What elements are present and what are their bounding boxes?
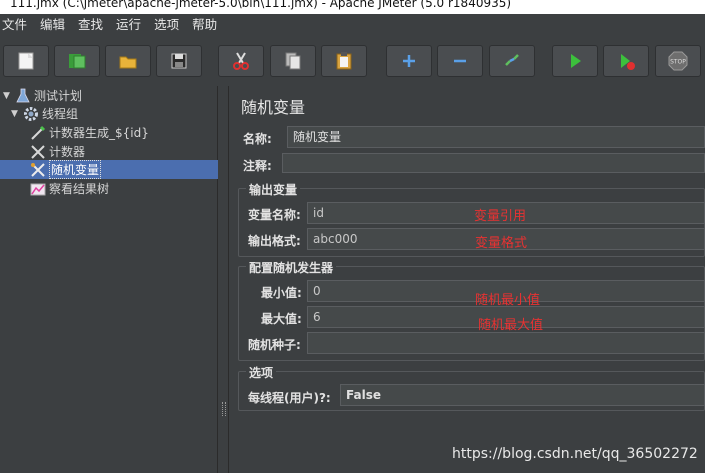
random-group-title: 配置随机发生器 [246,259,337,276]
menu-bar: 文件 编辑 查找 运行 选项 帮助 [0,14,705,36]
tree-item-counter-sampler[interactable]: 计数器生成_${id} [30,123,149,142]
flask-icon [15,88,31,104]
stop-icon-text: STOP [670,59,686,66]
gear-icon [23,106,39,122]
new-button[interactable] [3,45,49,77]
templates-icon [69,54,86,69]
menu-edit[interactable]: 编辑 [40,14,65,36]
min-value-label: 最小值: [261,286,302,300]
tree-item-label: 线程组 [42,107,79,121]
name-label: 名称: [243,132,272,146]
per-thread-select[interactable]: False [340,384,705,406]
start-button[interactable] [552,45,598,77]
tree-item-label: 计数器 [49,145,86,159]
format-label: 输出格式: [248,234,301,248]
seed-label: 随机种子: [248,338,301,352]
tree-item-label: 计数器生成_${id} [49,126,149,140]
menu-help[interactable]: 帮助 [192,14,217,36]
tools-icon [30,162,46,178]
open-button[interactable] [105,45,151,77]
collapse-icon [454,59,466,63]
comment-label: 注释: [243,159,272,173]
window-title-bar: 111.jmx (C:\jmeter\apache-jmeter-5.0\bin… [0,0,705,14]
cut-icon [233,52,249,70]
seed-input[interactable] [307,332,705,354]
start-no-pause-icon [621,54,635,70]
menu-file[interactable]: 文件 [2,14,27,36]
tree-item-label: 测试计划 [34,89,83,103]
expand-button[interactable] [386,45,432,77]
save-button[interactable] [156,45,202,77]
tree-item-label: 随机变量 [49,160,102,179]
templates-button[interactable] [54,45,100,77]
start-no-pause-button[interactable] [603,45,649,77]
toggle-icon [505,54,519,66]
watermark-url: https://blog.csdn.net/qq_36502272 [452,446,698,462]
name-input[interactable]: 随机变量 [287,126,705,148]
options-group-title: 选项 [246,364,277,381]
tools-icon [30,144,46,160]
var-name-label: 变量名称: [248,208,301,222]
tree-item-test-plan[interactable]: ▼ 测试计划 [3,86,82,105]
tree-item-random-variable[interactable]: 随机变量 [30,160,102,179]
stop-icon: STOP [668,51,688,71]
menu-run[interactable]: 运行 [116,14,141,36]
panel-title: 随机变量 [241,98,306,117]
new-icon [18,52,34,70]
sampler-icon [30,125,46,141]
save-icon [171,53,187,69]
menu-search[interactable]: 查找 [78,14,103,36]
tree-item-view-results-tree[interactable]: 察看结果树 [30,179,109,198]
annotation-var-ref: 变量引用 [474,209,527,224]
chart-icon [30,181,46,197]
max-value-label: 最大值: [261,312,302,326]
expand-icon [403,55,415,67]
open-icon [119,56,137,69]
per-thread-label: 每线程(用户)?: [248,391,331,405]
panel-splitter[interactable] [219,86,229,473]
tree-item-label: 察看结果树 [49,182,110,196]
start-icon [571,54,581,68]
tree-item-counter[interactable]: 计数器 [30,142,85,161]
toggle-button[interactable] [489,45,535,77]
annotation-rand-max: 随机最大值 [478,318,544,333]
test-plan-tree: ▼ 测试计划 ▼ 线程组 计数器生成_${id} 计数器 随机变量 察看结果树 [0,86,218,473]
toolbar: STOP [0,36,705,86]
copy-icon [285,52,301,70]
tree-expand-arrow[interactable]: ▼ [3,91,13,101]
splitter-grip[interactable] [222,402,226,416]
collapse-button[interactable] [437,45,483,77]
tree-expand-arrow[interactable]: ▼ [11,109,21,119]
menu-options[interactable]: 选项 [154,14,179,36]
stop-button[interactable]: STOP [655,45,701,77]
cut-button[interactable] [218,45,264,77]
paste-button[interactable] [321,45,367,77]
paste-icon [336,52,352,70]
random-variable-panel: 随机变量 名称: 随机变量 注释: 输出变量 变量名称: id 变量引用 输出格… [230,86,705,473]
annotation-var-format: 变量格式 [475,236,528,251]
copy-button[interactable] [270,45,316,77]
window-title: 111.jmx (C:\jmeter\apache-jmeter-5.0\bin… [10,0,512,10]
tree-item-thread-group[interactable]: ▼ 线程组 [11,104,78,123]
comment-input[interactable] [282,153,705,173]
output-group-title: 输出变量 [246,181,301,198]
